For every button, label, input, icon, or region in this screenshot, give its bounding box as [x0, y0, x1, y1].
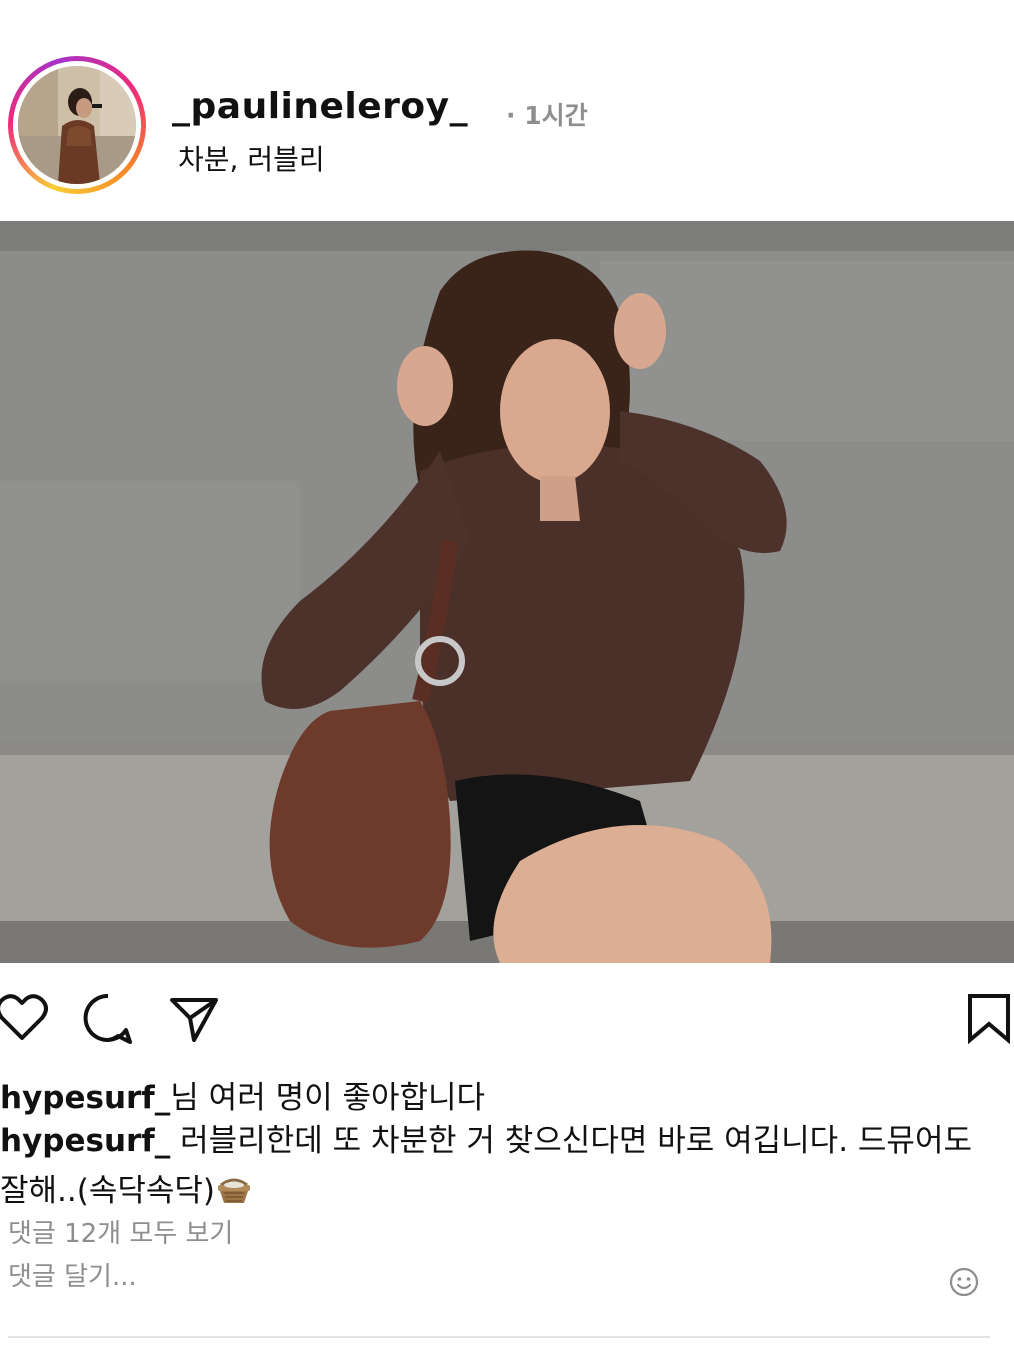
comment-icon[interactable]: [80, 990, 136, 1046]
post-caption: hypesurf_ 러블리한데 또 차분한 거 찾으신다면 바로 여깁니다. 드…: [0, 1116, 1010, 1216]
send-icon[interactable]: [166, 990, 222, 1046]
view-all-comments-link[interactable]: 댓글 12개 모두 보기: [8, 1213, 233, 1250]
story-ring[interactable]: [8, 56, 146, 194]
basket-emoji-icon: [215, 1170, 253, 1203]
add-comment-row: [0, 1258, 1014, 1308]
likes-user[interactable]: hypesurf_: [0, 1080, 170, 1116]
likes-text: 님 여러 명이 좋아합니다: [170, 1080, 486, 1116]
heart-icon[interactable]: [0, 990, 50, 1046]
post-divider: [8, 1336, 990, 1338]
post-tagline: 차분, 러블리: [178, 143, 325, 176]
emoji-smile-icon[interactable]: [948, 1266, 980, 1298]
avatar-image: [18, 66, 136, 184]
caption-user[interactable]: hypesurf_: [0, 1123, 170, 1159]
avatar[interactable]: [18, 66, 136, 184]
post-time-ago: · 1시간: [506, 101, 588, 130]
likes-summary[interactable]: hypesurf_님 여러 명이 좋아합니다: [0, 1072, 485, 1117]
add-comment-input[interactable]: [8, 1262, 908, 1292]
post-header: _paulineleroy_ · 1시간 차분, 러블리: [0, 0, 1014, 220]
post-photo[interactable]: [0, 221, 1014, 963]
post-username[interactable]: _paulineleroy_: [172, 86, 468, 127]
bookmark-icon[interactable]: [962, 990, 1014, 1046]
post-actions: [0, 990, 1014, 1054]
post-image: [0, 221, 1014, 963]
